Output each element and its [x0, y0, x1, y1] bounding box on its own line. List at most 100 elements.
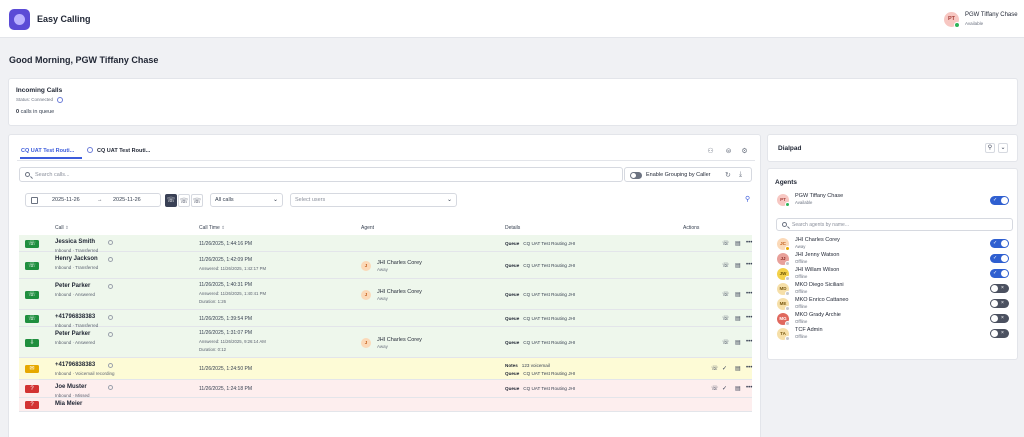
- agent-toggle[interactable]: ✓: [990, 254, 1009, 263]
- info-icon[interactable]: [108, 315, 113, 320]
- detail-key: Queue: [505, 386, 520, 391]
- mark-done-icon[interactable]: ✓: [722, 385, 727, 392]
- queue-count: 0 calls in queue: [16, 109, 54, 115]
- table-row[interactable]: ☏ +41796838383 Inbound · Transferred 11/26/…: [19, 310, 752, 328]
- more-options-icon[interactable]: •••: [746, 240, 752, 246]
- notes-icon[interactable]: ▤: [735, 240, 741, 247]
- chevron-down-icon[interactable]: ⌄: [998, 143, 1008, 153]
- tab-cq-uat-routing-2[interactable]: CQ UAT Test Routi...: [97, 148, 150, 154]
- caller-name[interactable]: +41796838383: [55, 362, 95, 368]
- tab-info-icon[interactable]: [87, 147, 93, 153]
- status-dot: [785, 261, 790, 266]
- info-icon[interactable]: [108, 363, 113, 368]
- date-arrow: →: [97, 197, 103, 203]
- calls-panel: CQ UAT Test Routi... CQ UAT Test Routi..…: [8, 134, 761, 437]
- call-back-icon[interactable]: ☏: [722, 262, 730, 269]
- agent-toggle[interactable]: ×: [990, 284, 1009, 293]
- notes-icon[interactable]: ▤: [735, 365, 741, 372]
- caller-name[interactable]: Henry Jackson: [55, 256, 98, 262]
- incoming-calls-card: Incoming Calls Status: Connected 0 calls…: [8, 78, 1018, 126]
- date-range-picker[interactable]: 2025-11-26 → 2025-11-26: [25, 193, 161, 207]
- agent-search[interactable]: [776, 218, 1013, 231]
- table-row[interactable]: ☏ Henry Jackson Inbound · Transferred 11/26…: [19, 252, 752, 279]
- table-row[interactable]: ⇩ Peter Parker Inbound · Answered 11/26/202…: [19, 327, 752, 358]
- refresh-icon[interactable]: ↻: [725, 171, 731, 179]
- my-availability-toggle[interactable]: ✓: [990, 196, 1009, 205]
- info-icon[interactable]: [108, 284, 113, 289]
- more-options-icon[interactable]: •••: [746, 262, 752, 268]
- call-back-icon[interactable]: ☏: [722, 240, 730, 247]
- info-icon[interactable]: [108, 385, 113, 390]
- layers-icon[interactable]: ⊜: [725, 148, 732, 155]
- close-icon: ×: [1001, 315, 1004, 321]
- user-status: Available: [965, 21, 984, 26]
- notes-icon[interactable]: ▤: [735, 385, 741, 392]
- inbound-calls-button[interactable]: ☏: [178, 194, 190, 207]
- call-back-icon[interactable]: ☏: [711, 365, 719, 372]
- agent-toggle[interactable]: ✓: [990, 239, 1009, 248]
- calls-table-body: ☏ Jessica Smith Inbound · Transferred 11/26…: [19, 235, 752, 412]
- agent-toggle[interactable]: ×: [990, 299, 1009, 308]
- call-back-icon[interactable]: ☏: [722, 291, 730, 298]
- agent-toggle[interactable]: ✓: [990, 269, 1009, 278]
- agent-status: Offline: [795, 334, 808, 339]
- notes-icon[interactable]: ▤: [735, 339, 741, 346]
- notes-icon[interactable]: ▤: [735, 262, 741, 269]
- notes-icon[interactable]: ▤: [735, 291, 741, 298]
- table-row[interactable]: ☏ Peter Parker Inbound · Answered 11/26/202…: [19, 279, 752, 310]
- app-logo-icon[interactable]: [9, 9, 30, 30]
- more-options-icon[interactable]: •••: [746, 365, 752, 371]
- call-search[interactable]: [19, 167, 623, 182]
- call-back-icon[interactable]: ☏: [722, 339, 730, 346]
- call-back-icon[interactable]: ☏: [711, 385, 719, 392]
- caller-name[interactable]: +41796838383: [55, 314, 95, 320]
- avatar: J: [361, 289, 371, 300]
- avatar: J: [361, 337, 371, 348]
- pin-icon[interactable]: ⚲: [985, 143, 995, 153]
- header-call-time[interactable]: Call Time ⇕: [199, 225, 225, 231]
- incoming-calls-title: Incoming Calls: [16, 87, 63, 94]
- gear-icon[interactable]: ⚙: [741, 148, 748, 155]
- call-back-icon[interactable]: ☏: [722, 315, 730, 322]
- table-row[interactable]: ✉ +41796838383 Inbound · Voicemail recordi…: [19, 358, 752, 380]
- tab-cq-uat-routing-1[interactable]: CQ UAT Test Routi...: [21, 148, 74, 154]
- info-icon[interactable]: [108, 332, 113, 337]
- call-search-input[interactable]: [35, 170, 615, 180]
- users-select[interactable]: Select users ⌄: [290, 193, 457, 207]
- agent-toggle[interactable]: ×: [990, 314, 1009, 323]
- check-icon: ✓: [993, 270, 998, 276]
- outbound-calls-button[interactable]: ☏: [191, 194, 203, 207]
- caller-name[interactable]: Mia Meier: [55, 401, 82, 407]
- caller-name[interactable]: Joe Muster: [55, 384, 87, 390]
- header-call[interactable]: Call ⇕: [55, 225, 69, 231]
- all-calls-type-button[interactable]: ☏: [165, 194, 177, 207]
- phone-in-icon: ☏: [25, 261, 39, 270]
- caller-name[interactable]: Jessica Smith: [55, 239, 95, 245]
- close-icon: ×: [1001, 330, 1004, 336]
- notes-icon[interactable]: ▤: [735, 315, 741, 322]
- filter-icon[interactable]: ⚲: [745, 195, 750, 203]
- more-options-icon[interactable]: •••: [746, 385, 752, 391]
- more-options-icon[interactable]: •••: [746, 315, 752, 321]
- call-status-select[interactable]: All calls ⌄: [210, 193, 283, 207]
- grouping-toggle[interactable]: [630, 172, 642, 179]
- call-detail: Queue CQ UAT Test Routing JHI: [505, 316, 575, 321]
- info-icon[interactable]: [57, 97, 64, 103]
- call-detail: Queue CQ UAT Test Routing JHI: [505, 292, 575, 297]
- info-icon[interactable]: [108, 257, 113, 262]
- agent-name: JHI Charles Corey: [377, 259, 422, 266]
- more-options-icon[interactable]: •••: [746, 339, 752, 345]
- info-icon[interactable]: [108, 240, 113, 245]
- caller-name[interactable]: Peter Parker: [55, 331, 90, 337]
- agent-search-input[interactable]: [792, 221, 1002, 229]
- table-row[interactable]: ☏ Jessica Smith Inbound · Transferred 11/26…: [19, 235, 752, 253]
- mark-done-icon[interactable]: ✓: [722, 365, 727, 372]
- table-row[interactable]: ? Mia Meier: [19, 398, 752, 412]
- caller-name[interactable]: Peter Parker: [55, 283, 90, 289]
- download-icon[interactable]: ⤓: [739, 171, 742, 179]
- table-row[interactable]: ? Joe Muster Inbound · Missed 11/26/2025, 1…: [19, 380, 752, 398]
- table-header: Call ⇕ Call Time ⇕ Agent Details Actions: [19, 223, 752, 235]
- add-user-icon[interactable]: ⚇: [707, 148, 714, 155]
- more-options-icon[interactable]: •••: [746, 291, 752, 297]
- agent-toggle[interactable]: ×: [990, 329, 1009, 338]
